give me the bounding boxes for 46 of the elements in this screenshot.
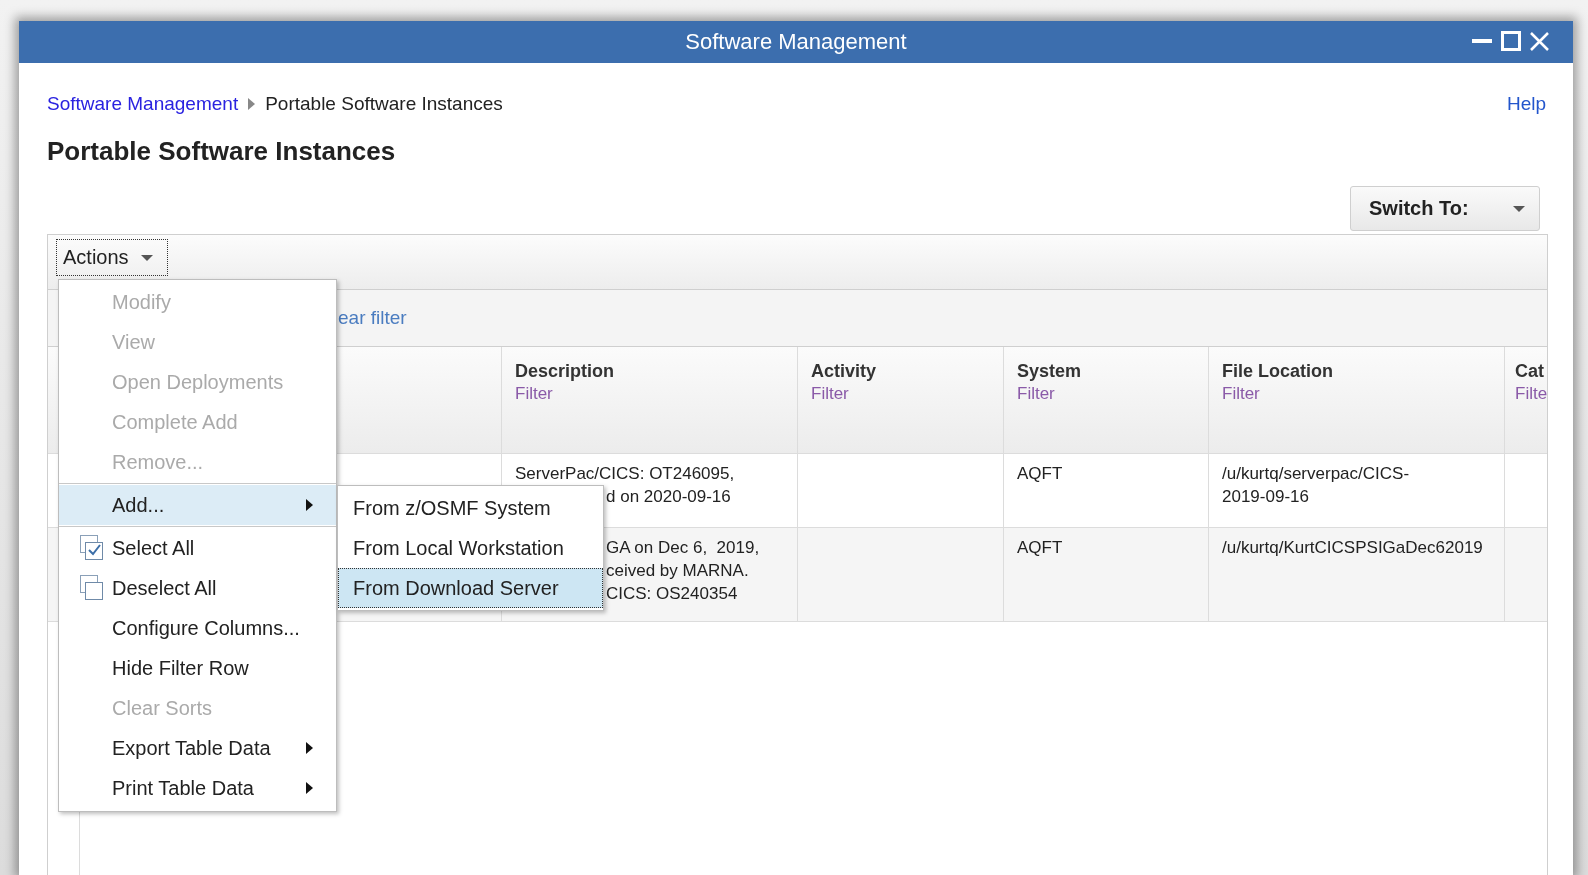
menu-item[interactable]: Export Table Data bbox=[59, 728, 336, 768]
menu-item[interactable]: Configure Columns... bbox=[59, 608, 336, 648]
breadcrumb-link[interactable]: Software Management bbox=[47, 93, 239, 115]
filter-link[interactable]: Filter bbox=[811, 384, 1003, 404]
caret-icon bbox=[1513, 205, 1525, 212]
page-heading: Portable Software Instances bbox=[47, 135, 397, 167]
cell-text: ceived by MARNA. bbox=[606, 560, 749, 582]
cell-text: /u/kurtq/serverpac/CICS- bbox=[1222, 463, 1410, 485]
column-label[interactable]: System bbox=[1017, 361, 1208, 382]
column-label[interactable]: Cat bbox=[1515, 361, 1547, 382]
menu-item[interactable]: Add... bbox=[59, 485, 336, 525]
menu-item[interactable]: From Local Workstation bbox=[338, 528, 603, 568]
maximize-icon[interactable] bbox=[1501, 31, 1521, 51]
submenu-arrow-icon bbox=[306, 742, 313, 754]
submenu-arrow-icon bbox=[306, 782, 313, 794]
column-label[interactable]: Activity bbox=[811, 361, 1003, 382]
cell-text: CICS: OS240354 bbox=[606, 583, 738, 605]
cell-text: ServerPac/CICS: OT246095, bbox=[515, 463, 735, 485]
help-link[interactable]: Help bbox=[1506, 93, 1546, 115]
cell-text: 2019-09-16 bbox=[1222, 486, 1309, 508]
cell-text: AQFT bbox=[1017, 463, 1063, 485]
menu-item[interactable]: Select All bbox=[59, 528, 336, 568]
column-label[interactable]: Description bbox=[515, 361, 797, 382]
window-title: Software Management bbox=[685, 29, 907, 55]
clear-filter-link[interactable]: ear filter bbox=[338, 307, 407, 329]
breadcrumb-current[interactable]: Portable Software Instances bbox=[265, 93, 503, 115]
column-label[interactable]: File Location bbox=[1222, 361, 1504, 382]
cell-text: /u/kurtq/KurtCICSPSIGaDec62019 bbox=[1222, 537, 1483, 559]
actions-button[interactable]: Actions bbox=[56, 239, 168, 276]
menu-item[interactable]: Deselect All bbox=[59, 568, 336, 608]
menu-item[interactable]: From z/OSMF System bbox=[338, 488, 603, 528]
switch-to-button[interactable]: Switch To: bbox=[1350, 186, 1540, 231]
caret-icon bbox=[140, 254, 153, 261]
filter-link[interactable]: Filte bbox=[1515, 384, 1547, 404]
filter-link[interactable]: Filter bbox=[1222, 384, 1504, 404]
chevron-icon bbox=[248, 98, 256, 110]
filter-link[interactable]: Filter bbox=[1017, 384, 1208, 404]
cell-text: AQFT bbox=[1017, 537, 1063, 559]
cell-text: d on 2020-09-16 bbox=[606, 486, 731, 508]
menu-item[interactable]: From Download Server bbox=[338, 568, 603, 608]
menu-item[interactable]: Print Table Data bbox=[59, 768, 336, 808]
submenu-arrow-icon bbox=[306, 499, 313, 511]
filter-link[interactable]: Filter bbox=[515, 384, 797, 404]
cell-text: GA on Dec 6, 2019, bbox=[606, 537, 760, 559]
menu-item[interactable]: Hide Filter Row bbox=[59, 648, 336, 688]
close-icon[interactable] bbox=[1530, 31, 1549, 51]
